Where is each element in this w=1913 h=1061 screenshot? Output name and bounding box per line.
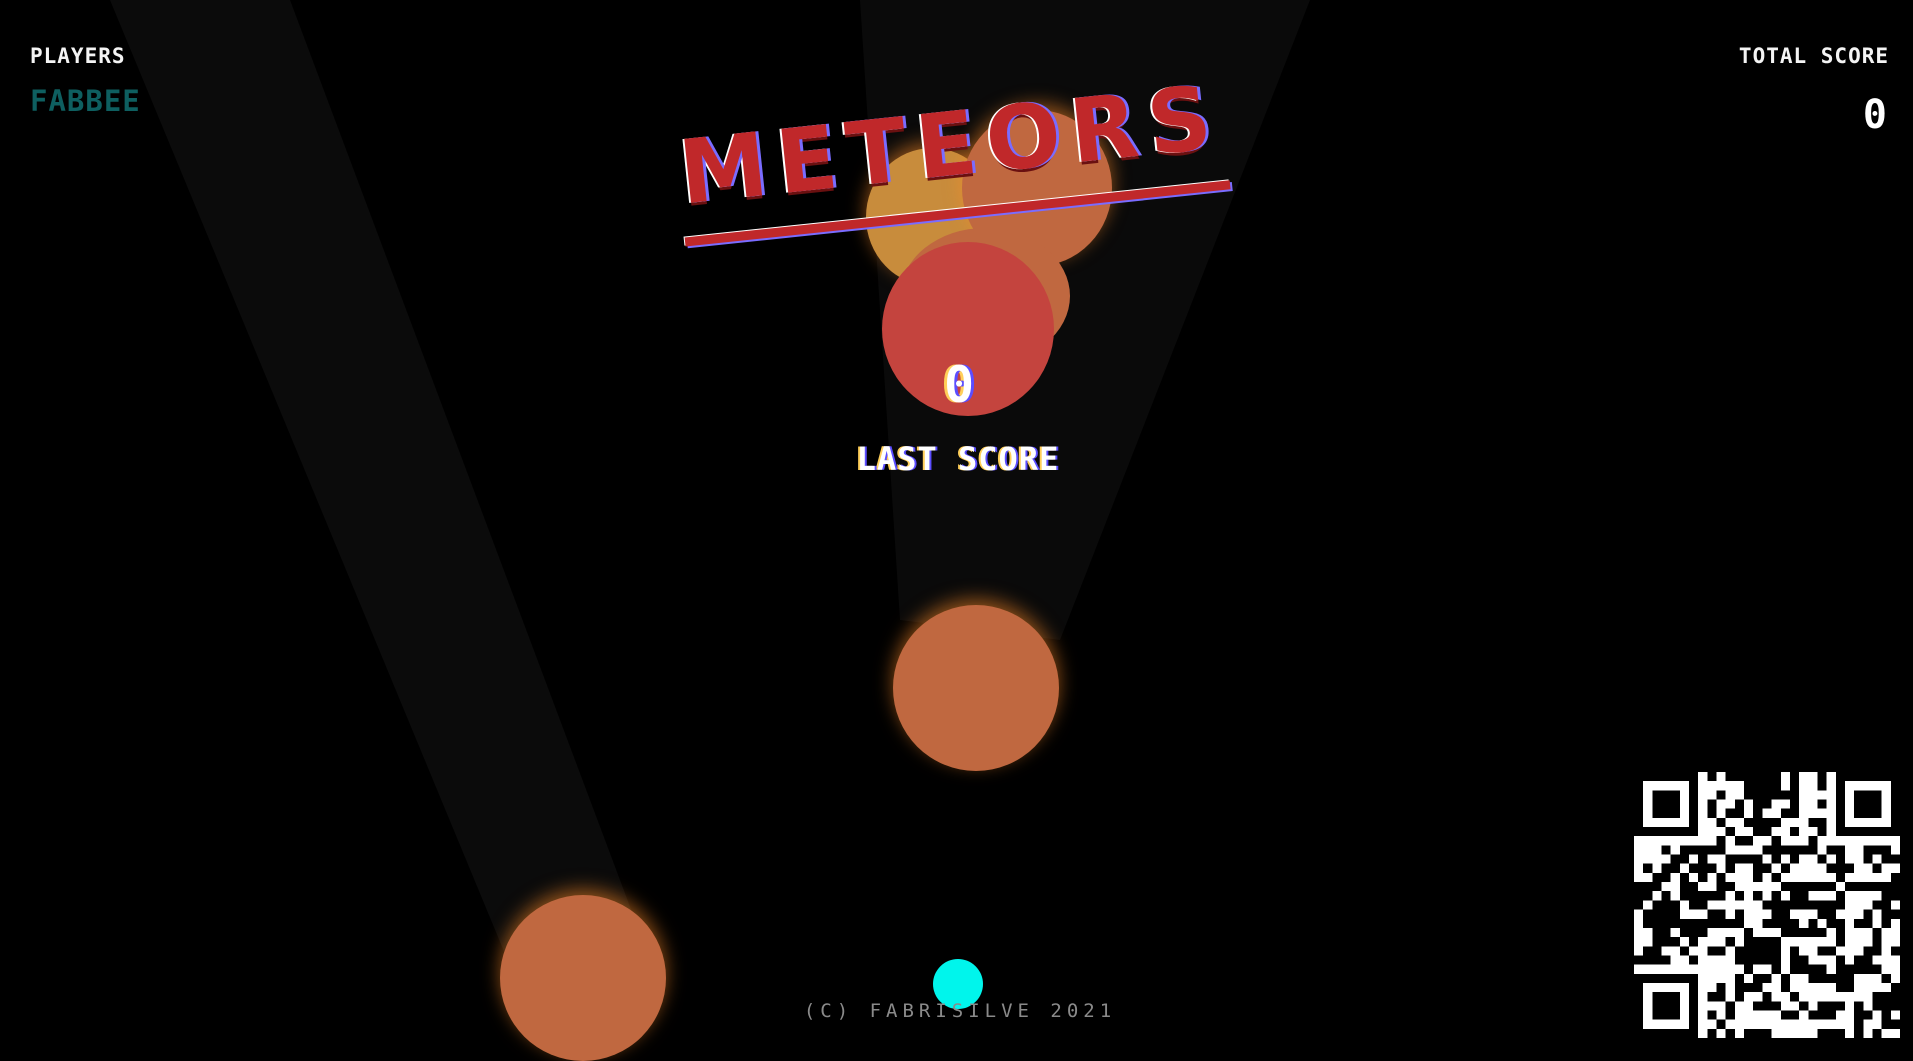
last-score-label: LAST SCORE <box>856 440 1060 478</box>
total-score-label: TOTAL SCORE <box>1738 44 1889 68</box>
meteor-middle <box>893 605 1059 771</box>
players-label: PLAYERS <box>30 44 126 68</box>
total-score-value: 0 <box>1862 92 1887 138</box>
last-score-value: 0 <box>943 356 975 414</box>
copyright-text: (C) FABRISILVE 2021 <box>803 1000 1117 1022</box>
player-name: FABBEE <box>30 84 141 118</box>
game-title: METEORS <box>666 62 1239 270</box>
qr-code-icon <box>1634 772 1900 1038</box>
meteor-bottom-left <box>500 895 666 1061</box>
